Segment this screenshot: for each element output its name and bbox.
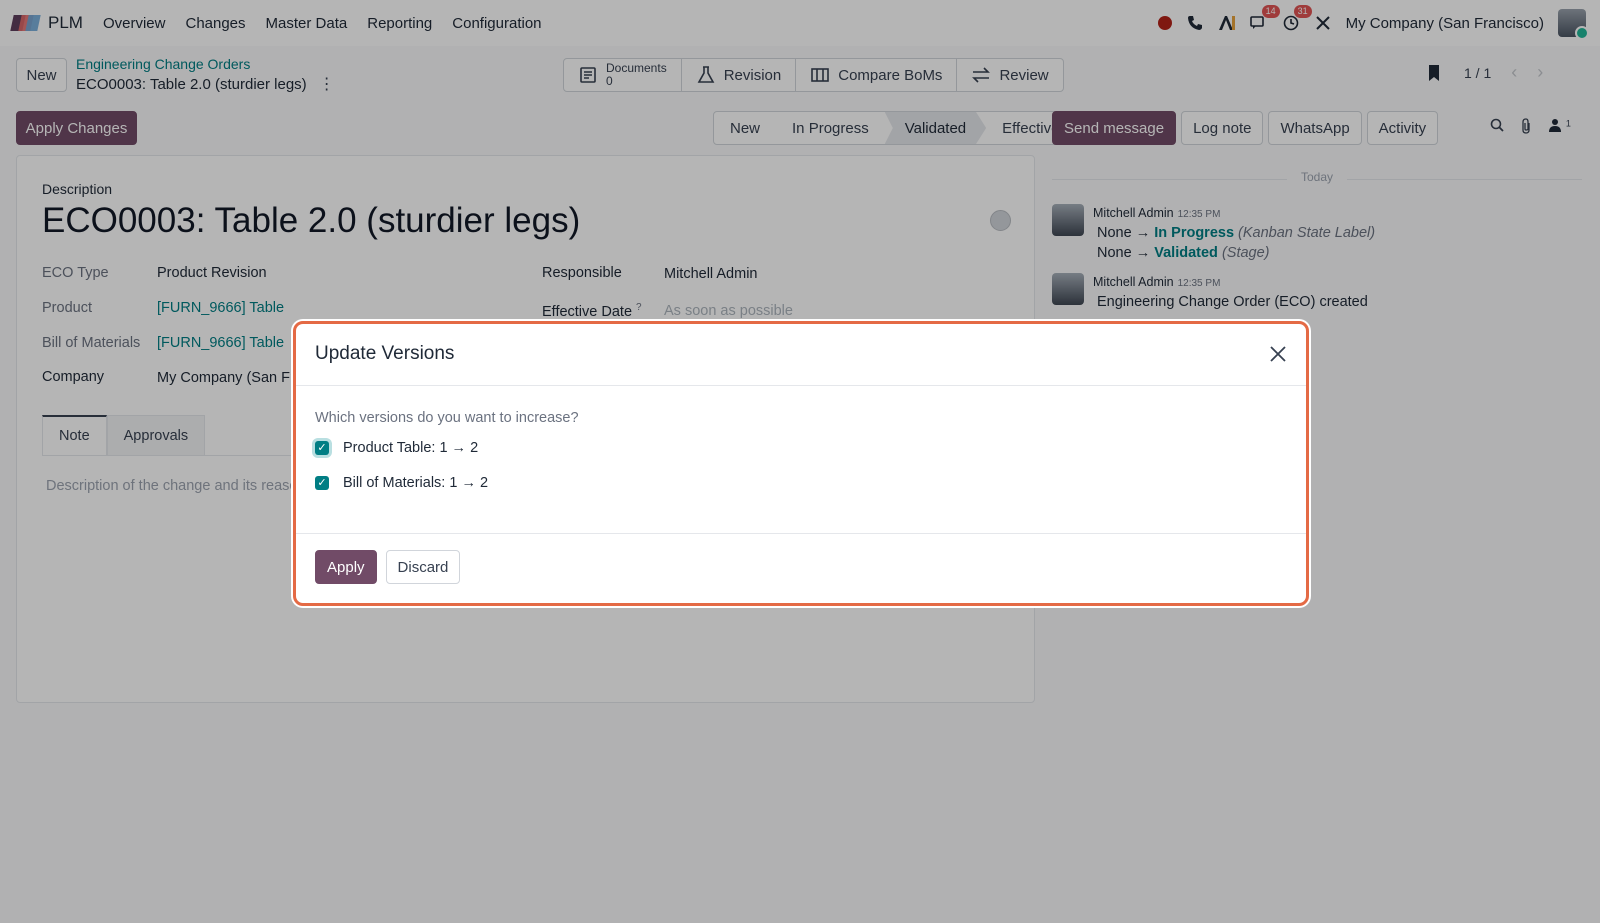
update-versions-dialog: Update Versions Which versions do you wa… <box>293 321 1309 606</box>
close-icon[interactable] <box>1269 341 1287 367</box>
option-bom-version[interactable]: ✓ Bill of Materials: 1 → 2 <box>315 475 1287 491</box>
product-version-checkbox[interactable]: ✓ <box>315 441 329 455</box>
product-version-label[interactable]: Product Table: 1 → 2 <box>343 440 478 456</box>
discard-button[interactable]: Discard <box>385 550 461 584</box>
option-product-version[interactable]: ✓ Product Table: 1 → 2 <box>315 440 1287 456</box>
bom-version-checkbox[interactable]: ✓ <box>315 476 329 490</box>
bom-version-label[interactable]: Bill of Materials: 1 → 2 <box>343 475 488 491</box>
plm-app: PLM Overview Changes Master Data Reporti… <box>0 0 1600 923</box>
modal-question: Which versions do you want to increase? <box>315 410 579 426</box>
modal-header: Update Versions <box>295 323 1307 386</box>
modal-title: Update Versions <box>315 343 455 364</box>
modal-footer: Apply Discard <box>295 534 1307 600</box>
apply-button[interactable]: Apply <box>315 550 377 584</box>
modal-body: Which versions do you want to increase? … <box>295 386 1307 534</box>
